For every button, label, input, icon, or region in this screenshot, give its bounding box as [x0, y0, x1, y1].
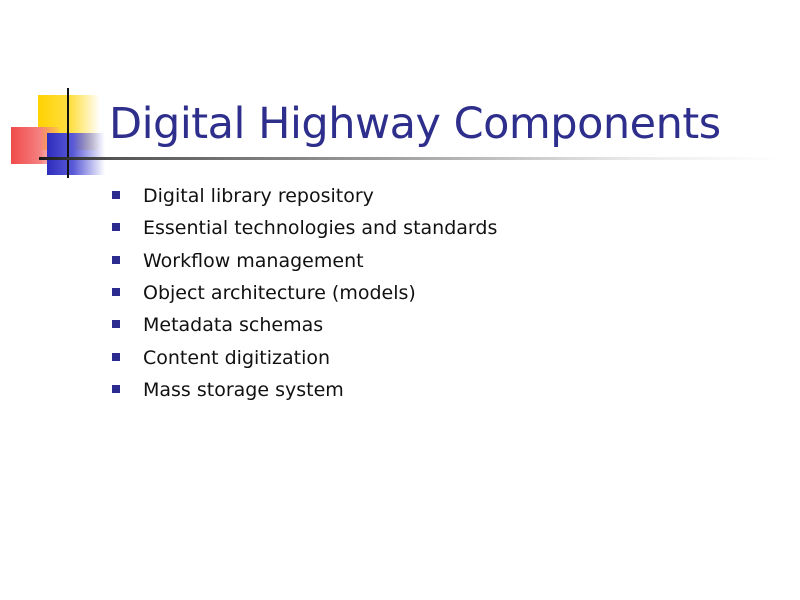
title-underline-rule	[39, 157, 779, 160]
list-item-text: Workflow management	[143, 249, 364, 272]
list-item: Digital library repository	[110, 180, 497, 212]
list-item: Object architecture (models)	[110, 277, 497, 309]
list-item-text: Essential technologies and standards	[143, 217, 498, 240]
slide-title: Digital Highway Components	[109, 99, 721, 149]
square-bullet-icon	[112, 223, 120, 232]
slide: Digital Highway Components Digital libra…	[0, 0, 800, 600]
list-item-text: Content digitization	[143, 346, 331, 369]
blue-square	[47, 133, 105, 175]
list-item-text: Object architecture (models)	[143, 282, 416, 305]
square-bullet-icon	[112, 288, 120, 297]
list-item-text: Digital library repository	[143, 185, 374, 208]
square-bullet-icon	[112, 384, 120, 393]
list-item: Essential technologies and standards	[110, 212, 497, 244]
square-bullet-icon	[112, 255, 120, 264]
square-bullet-icon	[112, 352, 120, 361]
decorative-squares-logo	[0, 0, 110, 190]
vertical-rule	[67, 88, 69, 178]
list-item: Metadata schemas	[110, 309, 497, 341]
list-item: Content digitization	[110, 341, 497, 373]
list-item-text: Mass storage system	[143, 378, 344, 401]
square-bullet-icon	[112, 320, 120, 329]
square-bullet-icon	[112, 191, 120, 200]
list-item: Mass storage system	[110, 374, 497, 406]
list-item: Workflow management	[110, 245, 497, 277]
list-item-text: Metadata schemas	[143, 314, 324, 337]
bullet-list: Digital library repository Essential tec…	[110, 180, 497, 406]
